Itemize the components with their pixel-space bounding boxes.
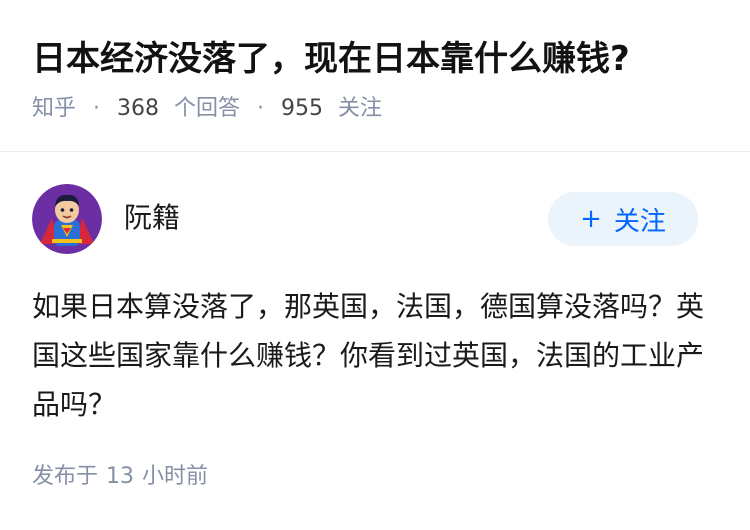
publish-number: 13 [106, 464, 135, 489]
follow-button[interactable]: + 关注 [548, 192, 698, 246]
question-title[interactable]: 日本经济没落了，现在日本靠什么赚钱? [32, 36, 722, 82]
publish-suffix: 小时前 [142, 464, 209, 489]
publish-prefix: 发布于 [32, 464, 99, 489]
section-divider [0, 151, 750, 152]
answers-unit: 个回答 [174, 96, 241, 121]
superhero-avatar-icon[interactable] [32, 184, 102, 254]
answer-content[interactable]: 如果日本算没落了，那英国，法国，德国算没落吗？英国这些国家靠什么赚钱？你看到过英… [32, 282, 718, 429]
follow-label: 关注 [613, 206, 666, 237]
question-header: 日本经济没落了，现在日本靠什么赚钱? 知乎 · 368 个回答 · 955 关注 [32, 36, 722, 124]
source-label[interactable]: 知乎 [32, 96, 76, 121]
author-row: 阮籍 + 关注 [32, 184, 698, 254]
author-name[interactable]: 阮籍 [124, 200, 180, 236]
publish-time: 发布于 13 小时前 [32, 462, 208, 492]
meta-separator: · [93, 96, 101, 121]
followers-count: 955 [281, 96, 324, 121]
followers-unit: 关注 [338, 96, 383, 121]
question-meta: 知乎 · 368 个回答 · 955 关注 [32, 94, 722, 124]
plus-icon: + [580, 204, 602, 234]
answers-count: 368 [117, 96, 160, 121]
meta-separator: · [257, 96, 265, 121]
